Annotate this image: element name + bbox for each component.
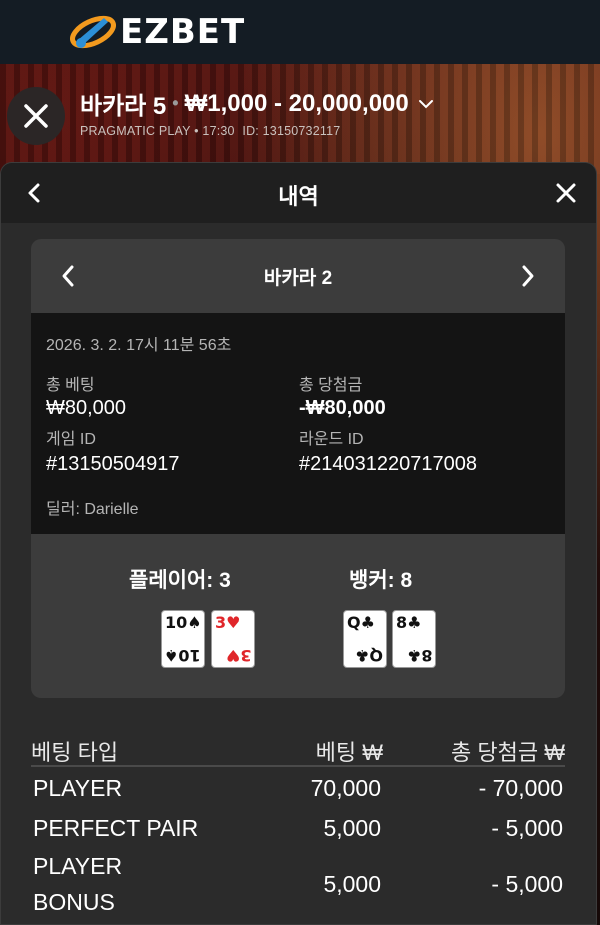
card-rank-suit: Q♣ [355,646,383,665]
game-time: 17:30 [202,124,235,138]
card-rank-suit: 10♠ [165,613,202,632]
round-details: 2026. 3. 2. 17시 11분 56초 총 베팅 ₩80,000 총 당… [31,313,565,534]
round-result: 플레이어: 3 뱅커: 8 10♠ 10♠ 3♥ 3♥ Q♣ Q♣ 8♣ 8♣ [31,534,565,698]
game-id-value: #13150504917 [46,453,180,475]
bet-amount: 70,000 [310,775,381,801]
banker-card-2: 8♣ 8♣ [392,610,436,668]
game-id: ID: 13150732117 [242,124,341,138]
bet-type-line-2: BONUS [33,889,115,915]
bet-amount: 5,000 [323,871,381,897]
column-total-win: 총 당첨금 ₩ [451,740,565,765]
close-history-button[interactable] [551,178,581,208]
provider-name: PRAGMATIC PLAY [80,124,191,138]
round-card: 바카라 2 2026. 3. 2. 17시 11분 56초 총 베팅 ₩80,0… [31,239,565,698]
bet-type-line-1: PLAYER [33,853,123,879]
column-bet-amount: 베팅 ₩ [315,740,383,765]
card-rank-suit: 8♣ [406,646,432,665]
banker-score: 뱅커: 8 [349,569,413,592]
round-datetime: 2026. 3. 2. 17시 11분 56초 [46,337,232,354]
win-amount: - 70,000 [478,775,563,801]
banker-card-1: Q♣ Q♣ [343,610,387,668]
card-rank-suit: Q♣ [347,613,375,632]
close-icon [556,183,576,203]
chevron-down-icon[interactable] [417,98,435,110]
table-row: PLAYER 70,000 - 70,000 [31,767,565,807]
dealer-name: 딜러: Darielle [46,501,139,518]
round-id-label: 라운드 ID [299,431,364,448]
total-win-value: -₩80,000 [299,397,386,419]
bet-limits: ₩1,000 - 20,000,000 [184,89,409,117]
subtitle-dot: • [194,124,199,138]
close-icon [24,104,48,128]
card-rank-suit: 3♥ [215,613,241,632]
history-panel: 내역 바카라 2 2026. 3. 2. 17시 11분 56초 총 베팅 ₩8… [0,162,597,925]
total-win-label: 총 당첨금 [299,377,363,394]
column-bet-type: 베팅 타입 [31,740,119,765]
table-header: 베팅 타입 베팅 ₩ 총 당첨금 ₩ [31,723,565,767]
brand-name: EZBET [120,12,246,52]
total-bet-value: ₩80,000 [46,397,127,419]
card-rank-suit: 10♠ [164,646,201,665]
player-score: 플레이어: 3 [129,569,231,592]
player-card-1: 10♠ 10♠ [161,610,205,668]
total-bet-label: 총 베팅 [46,377,95,394]
player-card-2: 3♥ 3♥ [211,610,255,668]
next-round-button[interactable] [513,261,543,291]
game-subtitle: PRAGMATIC PLAY • 17:30 ID: 13150732117 [80,124,340,138]
round-game-name: 바카라 2 [263,268,333,289]
chevron-right-icon [522,265,534,287]
win-amount: - 5,000 [491,871,563,897]
close-game-button[interactable] [7,87,65,145]
bet-amount: 5,000 [323,815,381,841]
win-amount: - 5,000 [491,815,563,841]
history-title: 내역 [278,184,319,209]
ezbet-logo-icon [70,15,116,49]
card-rank-suit: 8♣ [396,613,422,632]
table-row: PLAYER BONUS 5,000 - 5,000 [31,847,565,924]
brand-logo[interactable]: EZBET [68,8,245,56]
bet-type: PERFECT PAIR [33,815,199,841]
bet-type: PLAYER [33,775,123,801]
bets-table: 베팅 타입 베팅 ₩ 총 당첨금 ₩ PLAYER 70,000 - 70,00… [31,723,565,924]
brand-bar: EZBET [0,0,600,64]
game-name: 바카라 5 [80,93,167,120]
round-navigation: 바카라 2 [31,239,565,313]
title-separator: • [172,93,179,113]
game-title[interactable]: 바카라 5 • ₩1,000 - 20,000,000 [80,86,435,121]
game-id-label: 게임 ID [46,431,96,448]
history-panel-header: 내역 [1,163,596,223]
table-row: PERFECT PAIR 5,000 - 5,000 [31,807,565,847]
round-id-value: #214031220717008 [299,453,477,475]
card-rank-suit: 3♥ [225,646,251,665]
